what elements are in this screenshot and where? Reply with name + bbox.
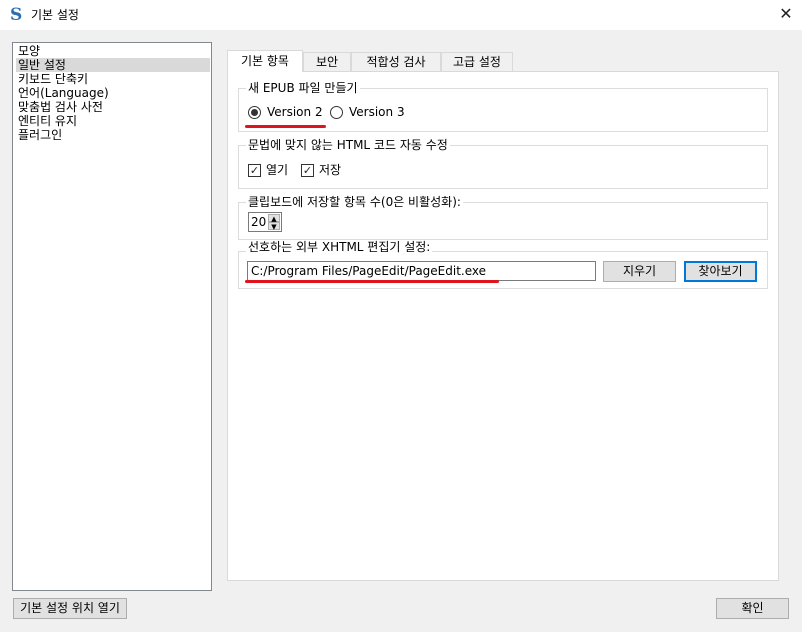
- open-preferences-location-button[interactable]: 기본 설정 위치 열기: [13, 598, 127, 619]
- version2-label[interactable]: Version 2: [267, 105, 323, 119]
- epub-version-legend: 새 EPUB 파일 만들기: [246, 81, 360, 95]
- app-logo-icon: S: [10, 5, 23, 25]
- clipboard-count-spinbox[interactable]: 20 ▲ ▼: [248, 212, 282, 232]
- tab-advanced[interactable]: 고급 설정: [441, 52, 513, 71]
- category-item-entities[interactable]: 엔티티 유지: [16, 114, 210, 128]
- version2-radio[interactable]: [248, 106, 261, 119]
- title-bar: S 기본 설정 ✕: [0, 0, 802, 30]
- version3-radio[interactable]: [330, 106, 343, 119]
- highlight-underline: [245, 125, 326, 128]
- highlight-underline: [245, 280, 499, 283]
- category-item-spellcheck[interactable]: 맞춤법 검사 사전: [16, 100, 210, 114]
- tab-general[interactable]: 기본 항목: [227, 50, 303, 72]
- open-checkbox[interactable]: ✓: [248, 164, 261, 177]
- clipboard-count-value[interactable]: 20: [251, 214, 266, 230]
- category-item-language[interactable]: 언어(Language): [16, 86, 210, 100]
- version3-label[interactable]: Version 3: [349, 105, 405, 119]
- clipboard-legend: 클립보드에 저장할 항목 수(0은 비활성화):: [246, 195, 463, 209]
- spin-up-icon[interactable]: ▲: [268, 214, 280, 223]
- save-label[interactable]: 저장: [319, 163, 341, 177]
- category-item-keyboard[interactable]: 키보드 단축키: [16, 72, 210, 86]
- clear-button[interactable]: 지우기: [603, 261, 676, 282]
- tab-conformity[interactable]: 적합성 검사: [351, 52, 441, 71]
- open-label[interactable]: 열기: [266, 163, 288, 177]
- spin-down-icon[interactable]: ▼: [268, 222, 280, 231]
- ok-button[interactable]: 확인: [716, 598, 789, 619]
- external-editor-legend: 선호하는 외부 XHTML 편집기 설정:: [246, 240, 433, 254]
- category-item-plugins[interactable]: 플러그인: [16, 128, 210, 142]
- category-item-appearance[interactable]: 모양: [16, 44, 210, 58]
- category-list[interactable]: 모양 일반 설정 키보드 단축키 언어(Language) 맞춤법 검사 사전 …: [12, 42, 212, 591]
- tab-security[interactable]: 보안: [303, 52, 351, 71]
- close-button[interactable]: ✕: [774, 3, 798, 27]
- browse-button[interactable]: 찾아보기: [684, 261, 757, 282]
- save-checkbox[interactable]: ✓: [301, 164, 314, 177]
- fix-html-legend: 문법에 맞지 않는 HTML 코드 자동 수정: [246, 138, 450, 152]
- window-title: 기본 설정: [31, 8, 79, 22]
- category-item-general[interactable]: 일반 설정: [16, 58, 210, 72]
- editor-path-field[interactable]: C:/Program Files/PageEdit/PageEdit.exe: [247, 261, 596, 281]
